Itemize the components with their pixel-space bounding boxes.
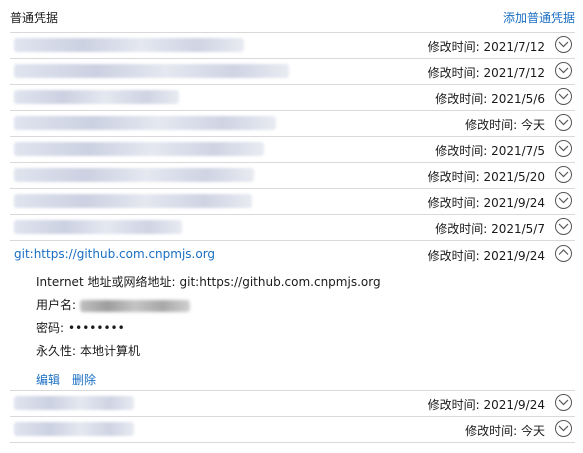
password-detail: 密码: ••••••••	[36, 319, 125, 336]
blurred-credential-name	[14, 396, 134, 410]
modified-date: 修改时间: 今天	[465, 118, 545, 132]
credential-row[interactable]: 修改时间: 2021/9/24	[10, 390, 575, 416]
blurred-credential-name	[14, 194, 252, 208]
chevron-down-icon[interactable]	[555, 114, 572, 131]
credential-actions: 编辑 删除	[36, 371, 108, 388]
delete-link[interactable]: 删除	[72, 373, 96, 387]
blurred-credential-name	[14, 38, 244, 52]
chevron-down-icon[interactable]	[555, 140, 572, 157]
credentials-header: 普通凭据 添加普通凭据	[0, 0, 583, 32]
credential-row[interactable]: 修改时间: 2021/5/7	[10, 214, 575, 240]
blurred-username	[80, 299, 191, 312]
credential-row[interactable]: 修改时间: 今天	[10, 110, 575, 136]
password-label: 密码:	[36, 321, 65, 335]
add-credential-link[interactable]: 添加普通凭据	[503, 9, 575, 26]
modified-date: 修改时间: 2021/9/24	[427, 398, 545, 412]
modified-date: 修改时间: 2021/5/6	[435, 92, 545, 106]
blurred-credential-name	[14, 422, 134, 436]
credential-list: 修改时间: 2021/7/12 修改时间: 2021/7/12 修改时间: 20…	[10, 32, 575, 443]
blurred-credential-name	[14, 220, 182, 234]
chevron-down-icon[interactable]	[555, 218, 572, 235]
persistence-detail: 永久性: 本地计算机	[36, 342, 140, 359]
credential-row[interactable]: 修改时间: 2021/5/6	[10, 84, 575, 110]
persistence-value: 本地计算机	[80, 344, 141, 358]
address-detail: Internet 地址或网络地址: git:https://github.com.…	[36, 273, 381, 290]
address-label: Internet 地址或网络地址:	[36, 275, 176, 289]
modified-date: 修改时间: 2021/5/7	[435, 222, 545, 236]
blurred-credential-name	[14, 168, 254, 182]
edit-link[interactable]: 编辑	[36, 373, 60, 387]
credential-details: Internet 地址或网络地址: git:https://github.com.…	[10, 267, 575, 390]
chevron-down-icon[interactable]	[555, 36, 572, 53]
credential-row[interactable]: 修改时间: 2021/7/12	[10, 58, 575, 84]
chevron-down-icon[interactable]	[555, 420, 572, 437]
blurred-credential-name	[14, 116, 276, 130]
modified-date: 修改时间: 2021/7/5	[435, 144, 545, 158]
credential-row[interactable]: 修改时间: 今天	[10, 416, 575, 443]
chevron-down-icon[interactable]	[555, 88, 572, 105]
username-label: 用户名:	[36, 298, 77, 312]
modified-date: 修改时间: 2021/7/12	[427, 66, 545, 80]
modified-date: 修改时间: 2021/5/20	[427, 170, 545, 184]
section-title: 普通凭据	[10, 11, 59, 25]
chevron-down-icon[interactable]	[555, 166, 572, 183]
blurred-credential-name	[14, 142, 264, 156]
blurred-credential-name	[14, 64, 289, 78]
chevron-down-icon[interactable]	[555, 62, 572, 79]
modified-date: 修改时间: 今天	[465, 424, 545, 438]
credential-row[interactable]: 修改时间: 2021/9/24	[10, 188, 575, 214]
address-value: git:https://github.com.cnpmjs.org	[179, 275, 381, 289]
modified-date: 修改时间: 2021/7/12	[427, 40, 545, 54]
password-value: ••••••••	[68, 321, 125, 335]
credential-row[interactable]: 修改时间: 2021/7/5	[10, 136, 575, 162]
chevron-down-icon[interactable]	[555, 394, 572, 411]
persistence-label: 永久性:	[36, 344, 77, 358]
credential-row[interactable]: 修改时间: 2021/7/12	[10, 32, 575, 58]
chevron-down-icon[interactable]	[555, 192, 572, 209]
credential-name: git:https://github.com.cnpmjs.org	[14, 247, 216, 261]
chevron-up-icon[interactable]	[555, 245, 572, 262]
username-detail: 用户名:	[36, 296, 191, 313]
modified-date: 修改时间: 2021/9/24	[427, 196, 545, 210]
blurred-credential-name	[14, 90, 179, 104]
modified-date: 修改时间: 2021/9/24	[427, 249, 545, 263]
credential-row[interactable]: 修改时间: 2021/5/20	[10, 162, 575, 188]
expanded-credential-header[interactable]: git:https://github.com.cnpmjs.org 修改时间: …	[10, 240, 575, 267]
